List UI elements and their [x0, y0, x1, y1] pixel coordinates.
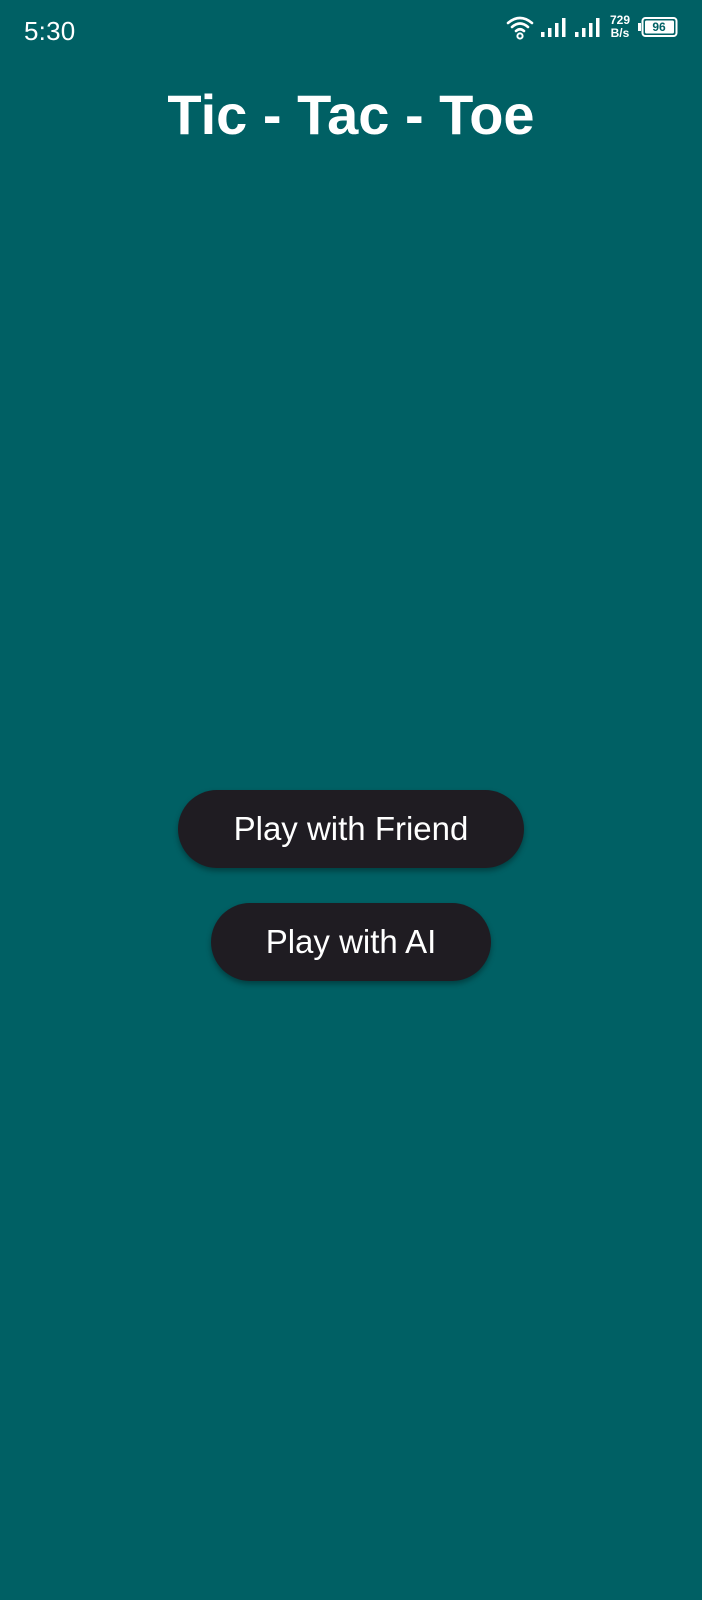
status-time: 5:30	[24, 16, 76, 46]
signal-icon	[574, 16, 602, 38]
play-with-friend-button[interactable]: Play with Friend	[178, 790, 524, 868]
net-speed: 729 B/s	[610, 14, 630, 40]
net-speed-unit: B/s	[610, 26, 630, 40]
status-bar: 5:30 729 B/s 96	[0, 0, 702, 66]
battery-level: 96	[652, 20, 666, 34]
wifi-icon	[506, 14, 534, 40]
signal-icon	[540, 16, 568, 38]
page-title: Tic - Tac - Toe	[167, 83, 535, 146]
play-with-ai-button[interactable]: Play with AI	[211, 903, 491, 981]
battery-icon: 96	[638, 16, 678, 38]
status-icons: 729 B/s 96	[506, 14, 678, 40]
